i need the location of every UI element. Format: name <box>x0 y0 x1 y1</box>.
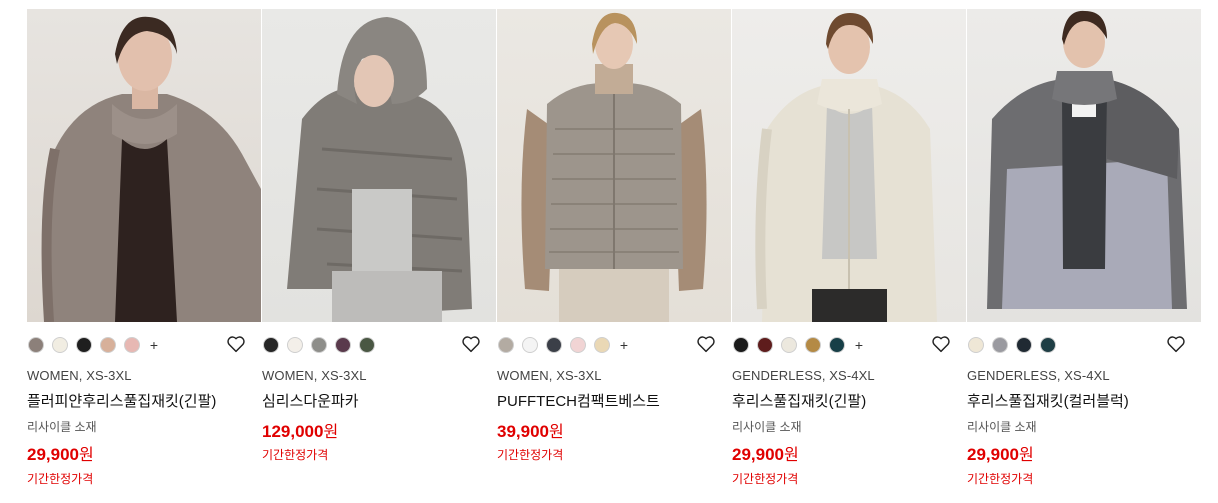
price-value: 29,900 <box>732 445 784 464</box>
price-value: 129,000 <box>262 422 324 441</box>
price-currency: 원 <box>79 447 94 464</box>
product-name[interactable]: 후리스풀집재킷(컬러블럭) <box>967 390 1129 411</box>
color-swatch[interactable] <box>781 337 797 353</box>
heart-outline-icon[interactable] <box>931 335 951 353</box>
product-image[interactable] <box>262 9 496 322</box>
product-image[interactable] <box>967 9 1201 322</box>
color-swatch[interactable] <box>52 337 68 353</box>
color-swatches: + <box>498 336 630 354</box>
limited-price-tag: 기간한정가격 <box>967 472 1034 486</box>
color-swatches: + <box>733 336 865 354</box>
product-name[interactable]: 후리스풀집재킷(긴팔) <box>732 390 866 411</box>
price-value: 39,900 <box>497 422 549 441</box>
color-swatch[interactable] <box>992 337 1008 353</box>
product-material: 리사이클 소재 <box>732 420 802 434</box>
more-colors-icon[interactable]: + <box>618 337 630 353</box>
limited-price-tag: 기간한정가격 <box>27 472 94 486</box>
product-meta: WOMEN, XS-3XL <box>497 368 602 383</box>
price-currency: 원 <box>549 424 564 441</box>
color-swatch[interactable] <box>76 337 92 353</box>
limited-price-tag: 기간한정가격 <box>732 472 799 486</box>
heart-outline-icon[interactable] <box>696 335 716 353</box>
color-swatch[interactable] <box>594 337 610 353</box>
limited-price-tag: 기간한정가격 <box>262 448 329 462</box>
color-swatch[interactable] <box>829 337 845 353</box>
product-name[interactable]: 심리스다운파카 <box>262 390 359 411</box>
product-card[interactable]: + WOMEN, XS-3XL PUFFTECH컴팩트베스트 39,900원 기… <box>497 9 731 462</box>
color-swatch[interactable] <box>498 337 514 353</box>
color-swatch[interactable] <box>968 337 984 353</box>
color-swatch[interactable] <box>570 337 586 353</box>
color-swatch[interactable] <box>263 337 279 353</box>
price-value: 29,900 <box>27 445 79 464</box>
price-currency: 원 <box>784 447 799 464</box>
product-name[interactable]: 플러피얀후리스풀집재킷(긴팔) <box>27 390 216 411</box>
product-price: 29,900원 <box>967 441 1034 465</box>
product-price: 29,900원 <box>732 441 799 465</box>
product-meta: GENDERLESS, XS-4XL <box>732 368 875 383</box>
heart-outline-icon[interactable] <box>1166 335 1186 353</box>
color-swatch[interactable] <box>1016 337 1032 353</box>
price-value: 29,900 <box>967 445 1019 464</box>
price-currency: 원 <box>1019 447 1034 464</box>
price-currency: 원 <box>323 424 339 441</box>
color-swatch[interactable] <box>805 337 821 353</box>
product-price: 129,000원 <box>262 418 338 442</box>
product-grid: + WOMEN, XS-3XL 플러피얀후리스풀집재킷(긴팔) 리사이클 소재 … <box>27 9 1201 486</box>
product-image[interactable] <box>732 9 966 322</box>
color-swatch[interactable] <box>757 337 773 353</box>
product-price: 39,900원 <box>497 418 564 442</box>
color-swatches: + <box>28 336 160 354</box>
color-swatch[interactable] <box>100 337 116 353</box>
product-price: 29,900원 <box>27 441 94 465</box>
color-swatch[interactable] <box>359 337 375 353</box>
product-name[interactable]: PUFFTECH컴팩트베스트 <box>497 390 660 411</box>
product-card[interactable]: + WOMEN, XS-3XL 플러피얀후리스풀집재킷(긴팔) 리사이클 소재 … <box>27 9 261 486</box>
heart-outline-icon[interactable] <box>461 335 481 353</box>
color-swatch[interactable] <box>546 337 562 353</box>
heart-outline-icon[interactable] <box>226 335 246 353</box>
product-card[interactable]: GENDERLESS, XS-4XL 후리스풀집재킷(컬러블럭) 리사이클 소재… <box>967 9 1201 486</box>
more-colors-icon[interactable]: + <box>853 337 865 353</box>
product-card[interactable]: WOMEN, XS-3XL 심리스다운파카 129,000원 기간한정가격 <box>262 9 496 462</box>
color-swatch[interactable] <box>522 337 538 353</box>
color-swatch[interactable] <box>1040 337 1056 353</box>
product-material: 리사이클 소재 <box>967 420 1037 434</box>
color-swatch[interactable] <box>733 337 749 353</box>
product-image[interactable] <box>497 9 731 322</box>
product-meta: WOMEN, XS-3XL <box>27 368 132 383</box>
color-swatch[interactable] <box>124 337 140 353</box>
color-swatches <box>263 336 375 354</box>
product-meta: GENDERLESS, XS-4XL <box>967 368 1110 383</box>
color-swatch[interactable] <box>311 337 327 353</box>
product-material: 리사이클 소재 <box>27 420 97 434</box>
product-card[interactable]: + GENDERLESS, XS-4XL 후리스풀집재킷(긴팔) 리사이클 소재… <box>732 9 966 486</box>
color-swatch[interactable] <box>28 337 44 353</box>
limited-price-tag: 기간한정가격 <box>497 448 564 462</box>
color-swatches <box>968 336 1056 354</box>
product-image[interactable] <box>27 9 261 322</box>
color-swatch[interactable] <box>335 337 351 353</box>
more-colors-icon[interactable]: + <box>148 337 160 353</box>
color-swatch[interactable] <box>287 337 303 353</box>
product-meta: WOMEN, XS-3XL <box>262 368 367 383</box>
